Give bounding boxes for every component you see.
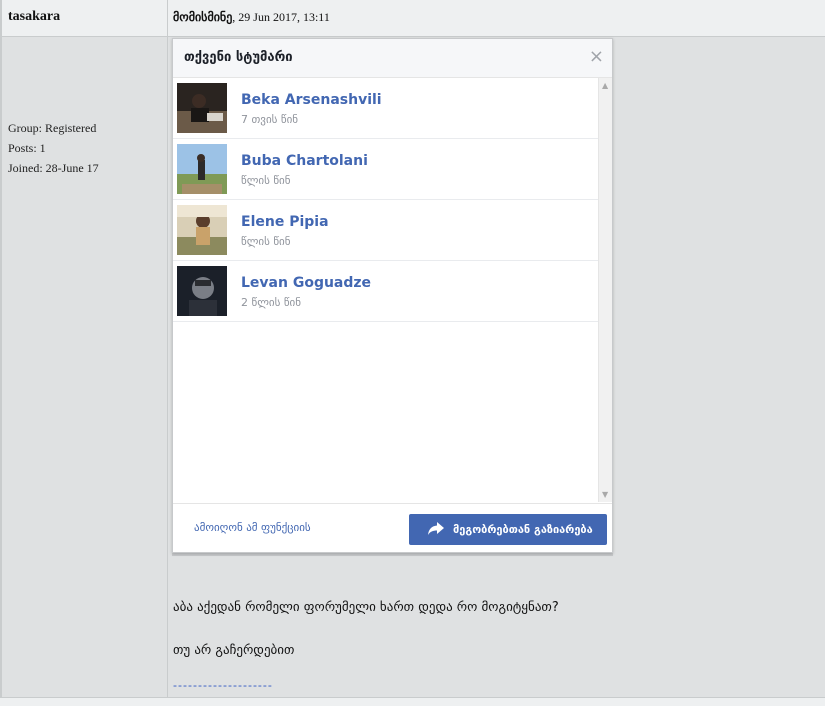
author-group: Group: Registered <box>8 121 97 135</box>
scroll-up-icon[interactable]: ▲ <box>602 81 608 90</box>
visitors-popup: თქვენი სტუმარი × Beka Arsenashvili 7 თვი… <box>172 38 613 553</box>
popup-title: თქვენი სტუმარი <box>184 50 293 65</box>
popup-header: თქვენი სტუმარი × <box>173 39 612 78</box>
hidden-content-strip <box>172 553 613 556</box>
visit-time: 7 თვის წინ <box>241 113 299 126</box>
share-arrow-icon <box>428 522 444 535</box>
visitor-name[interactable]: Buba Chartolani <box>241 153 368 169</box>
author-joined: Joined: 28-June 17 <box>8 161 99 175</box>
visitor-list: Beka Arsenashvili 7 თვის წინ Buba Charto… <box>173 78 600 502</box>
author-column: tasakara Group: Registered Posts: 1 Join… <box>0 0 168 705</box>
share-button-label: მეგობრებთან გაზიარება <box>453 523 593 536</box>
post-body-line-1: აბა აქედან რომელი ფორუმელი ხართ დედა რო … <box>173 600 559 615</box>
post-meta: მომისმინე, 29 Jun 2017, 13:11 <box>173 10 330 25</box>
visitor-name[interactable]: Elene Pipia <box>241 214 329 230</box>
visitor-name[interactable]: Beka Arsenashvili <box>241 92 382 108</box>
signature-divider: -------------------- <box>173 678 273 692</box>
avatar[interactable] <box>177 266 227 316</box>
visitor-list-scrollbar[interactable]: ▲ ▼ <box>598 78 612 502</box>
visit-time: 2 წლის წინ <box>241 296 301 309</box>
post-date-label: მომისმინე <box>173 10 233 24</box>
visit-time: წლის წინ <box>241 235 291 248</box>
list-item[interactable]: Buba Chartolani წლის წინ <box>173 139 600 200</box>
close-icon[interactable]: × <box>589 46 604 67</box>
avatar[interactable] <box>177 205 227 255</box>
visit-time: წლის წინ <box>241 174 291 187</box>
list-item[interactable]: Beka Arsenashvili 7 თვის წინ <box>173 78 600 139</box>
scroll-down-icon[interactable]: ▼ <box>602 490 608 499</box>
list-item[interactable]: Elene Pipia წლის წინ <box>173 200 600 261</box>
visitor-name[interactable]: Levan Goguadze <box>241 275 371 291</box>
post-body-line-2: თუ არ გაჩერდებით <box>173 643 295 658</box>
list-item[interactable]: Levan Goguadze 2 წლის წინ <box>173 261 600 322</box>
share-with-friends-button[interactable]: მეგობრებთან გაზიარება <box>409 514 607 545</box>
post-date: , 29 Jun 2017, 13:11 <box>232 10 330 24</box>
popup-footer: ამოიღონ ამ ფუნქციის მეგობრებთან გაზიარებ… <box>173 503 612 553</box>
avatar[interactable] <box>177 83 227 133</box>
turn-off-feature-link[interactable]: ამოიღონ ამ ფუნქციის <box>194 521 311 534</box>
author-username[interactable]: tasakara <box>8 9 60 25</box>
author-posts: Posts: 1 <box>8 141 46 155</box>
avatar[interactable] <box>177 144 227 194</box>
